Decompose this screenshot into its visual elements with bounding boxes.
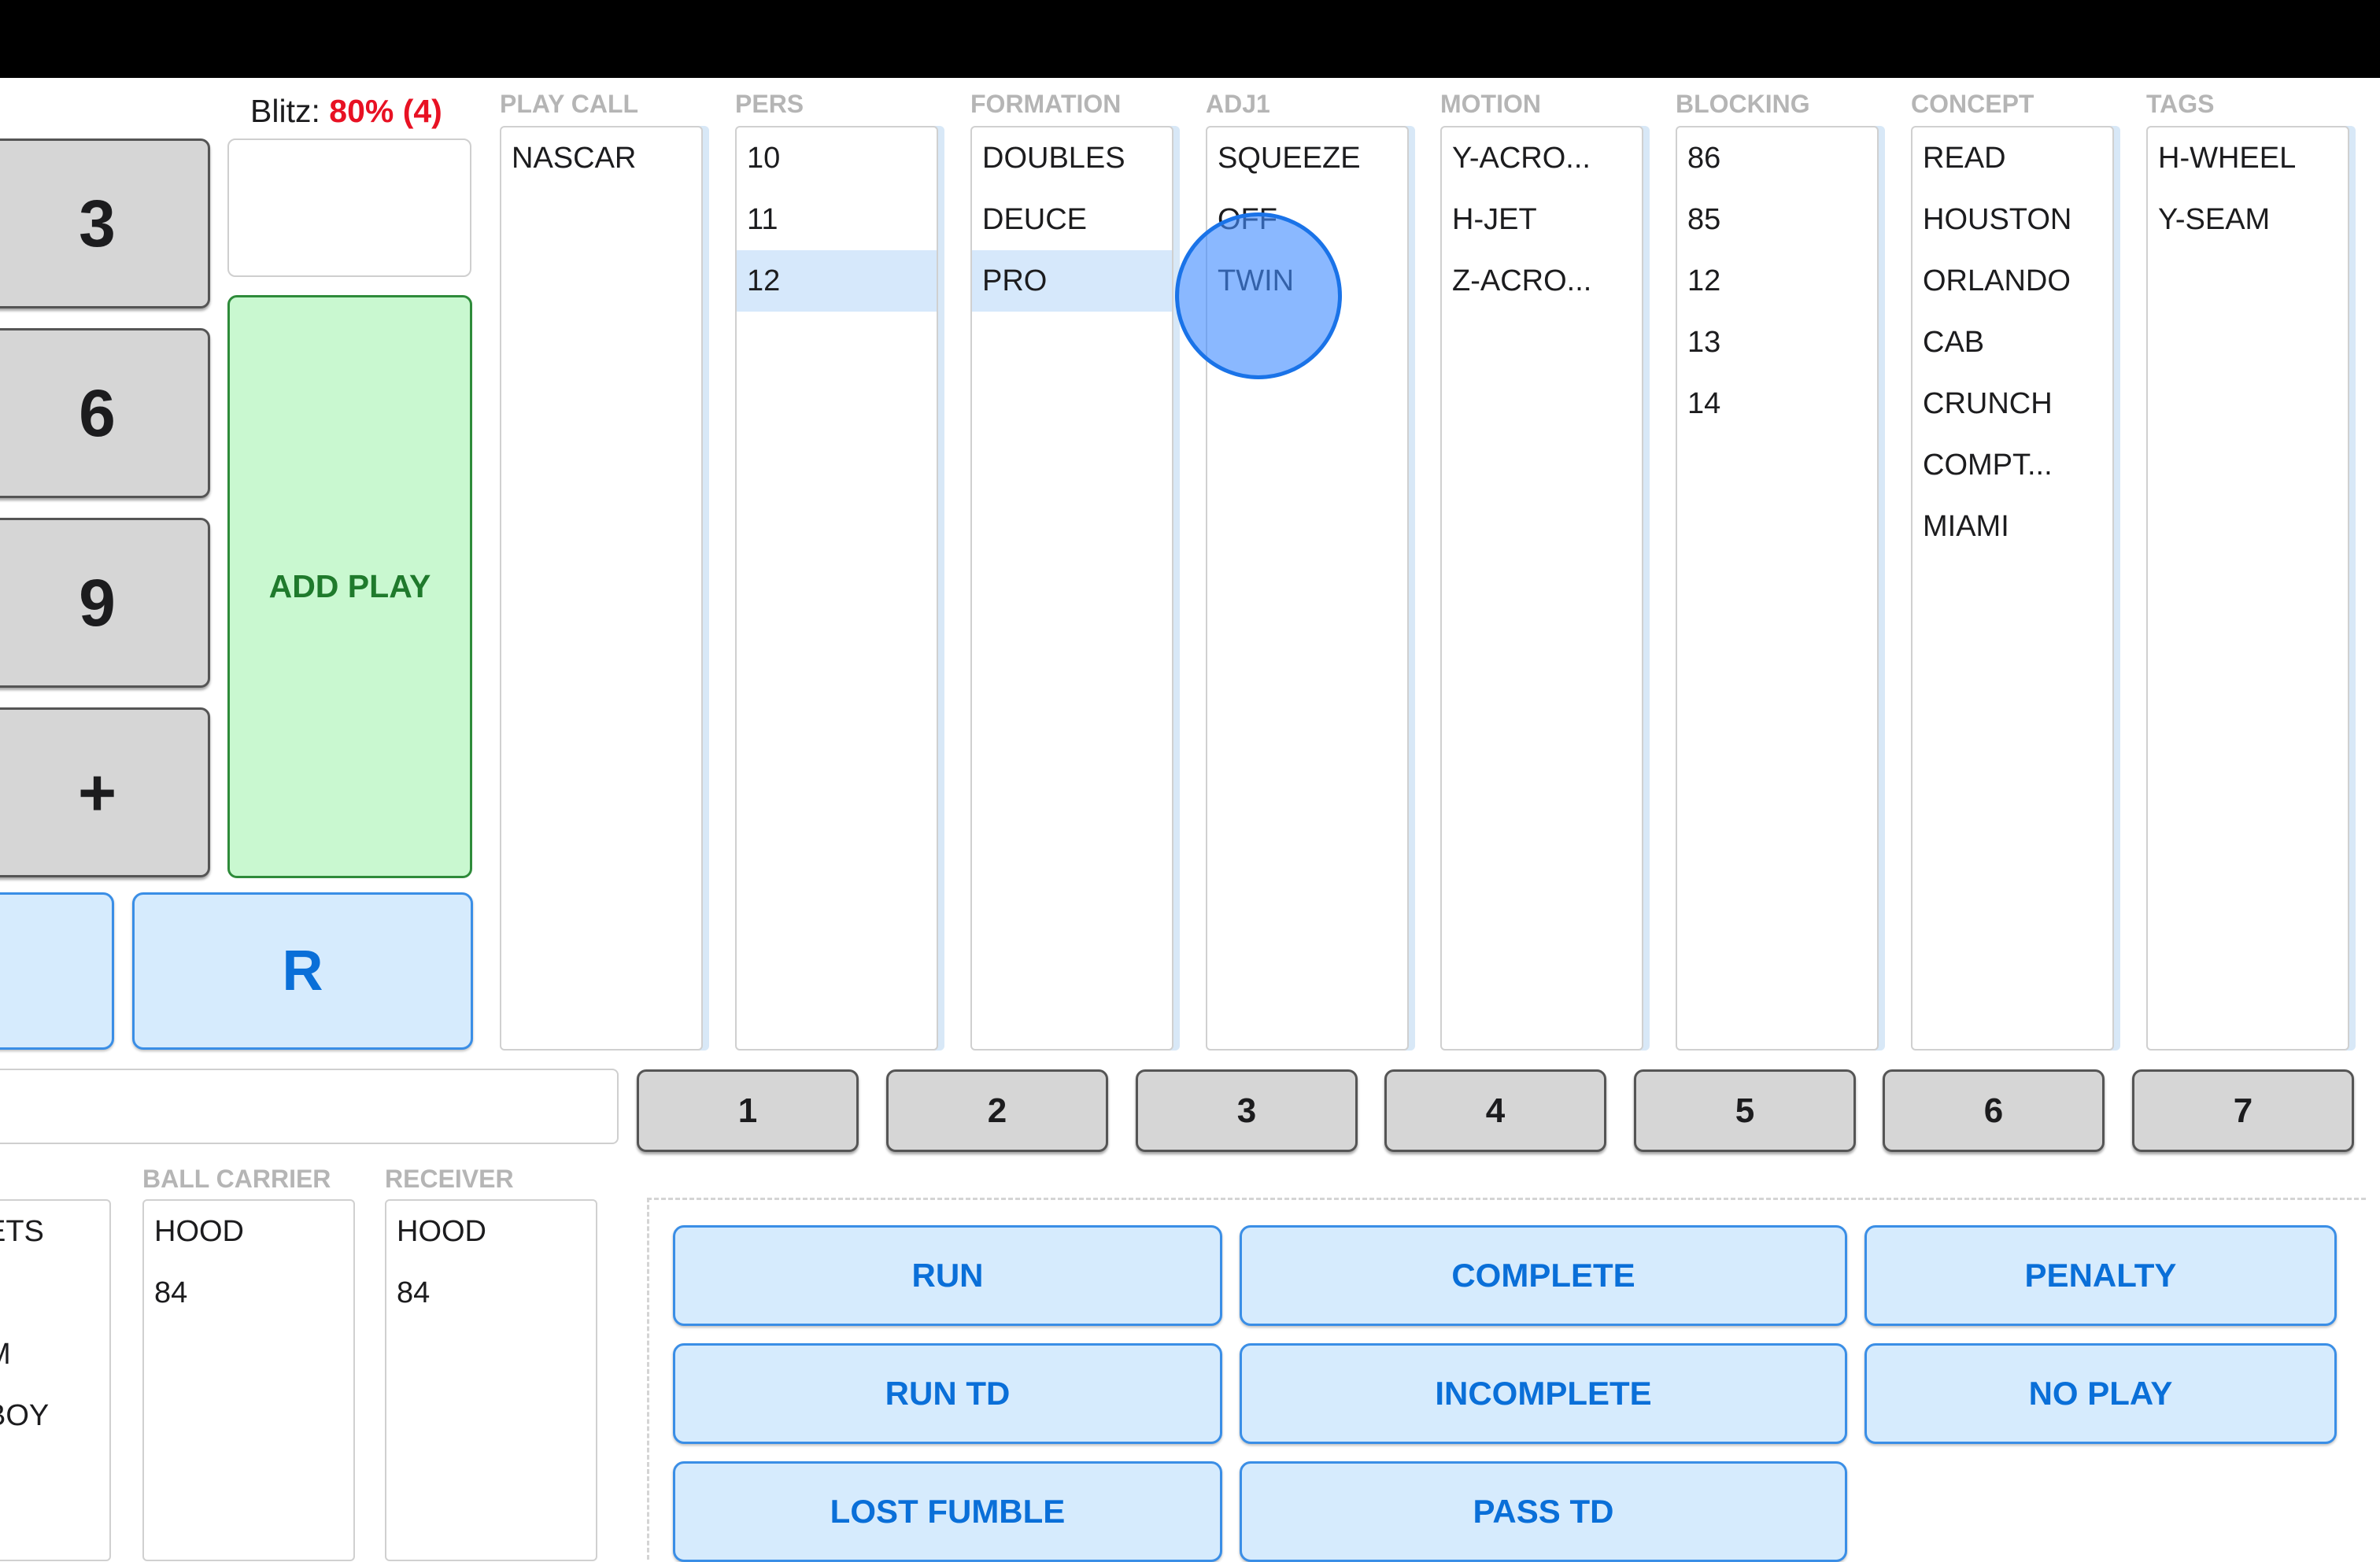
number-button-5[interactable]: 5 <box>1634 1069 1856 1152</box>
list-item[interactable]: SQUEEZE <box>1207 127 1407 189</box>
no-play-button[interactable]: NO PLAY <box>1864 1343 2337 1444</box>
list-item[interactable]: M <box>0 1324 109 1385</box>
list-item[interactable]: Y-ACRO... <box>1442 127 1642 189</box>
list-item[interactable]: Z-ACRO... <box>1442 250 1642 312</box>
number-button-4[interactable]: 4 <box>1384 1069 1606 1152</box>
list-partial: ETS M BOY <box>0 1199 111 1561</box>
left-blue-button[interactable] <box>0 892 114 1050</box>
column-pers: 10 11 12 <box>735 126 938 1051</box>
list-item[interactable]: DOUBLES <box>972 127 1172 189</box>
list-item[interactable]: 85 <box>1677 189 1877 250</box>
col-label-concept: CONCEPT <box>1911 90 2034 118</box>
ball-carrier-label: BALL CARRIER <box>142 1165 331 1193</box>
list-item[interactable]: BOY <box>0 1385 109 1446</box>
keypad-key-6[interactable]: 6 <box>0 328 210 498</box>
list-item[interactable] <box>0 1262 109 1324</box>
column-formation: DOUBLES DEUCE PRO <box>970 126 1173 1051</box>
list-item[interactable]: H-WHEEL <box>2148 127 2348 189</box>
list-item[interactable]: Y-SEAM <box>2148 189 2348 250</box>
list-item[interactable]: 11 <box>737 189 937 250</box>
list-item[interactable]: ETS <box>0 1201 109 1262</box>
keypad-key-9[interactable]: 9 <box>0 518 210 688</box>
pass-td-button[interactable]: PASS TD <box>1240 1461 1847 1562</box>
receiver-list: HOOD 84 <box>385 1199 597 1561</box>
receiver-label: RECEIVER <box>385 1165 514 1193</box>
blitz-label: Blitz: <box>250 93 320 129</box>
list-item[interactable]: HOUSTON <box>1913 189 2112 250</box>
list-item[interactable]: 84 <box>144 1262 353 1324</box>
col-label-formation: FORMATION <box>970 90 1122 118</box>
list-item[interactable]: MIAMI <box>1913 496 2112 557</box>
list-item[interactable]: CRUNCH <box>1913 373 2112 434</box>
list-item[interactable]: HOOD <box>386 1201 596 1262</box>
list-item[interactable]: 13 <box>1677 312 1877 373</box>
run-button[interactable]: RUN <box>673 1225 1222 1326</box>
keypad-key-plus[interactable]: + <box>0 707 210 877</box>
lost-fumble-button[interactable]: LOST FUMBLE <box>673 1461 1222 1562</box>
col-label-play-call: PLAY CALL <box>500 90 639 118</box>
column-concept: READ HOUSTON ORLANDO CAB CRUNCH COMPT...… <box>1911 126 2114 1051</box>
col-label-pers: PERS <box>735 90 804 118</box>
list-item[interactable]: 86 <box>1677 127 1877 189</box>
list-item-selected[interactable]: 12 <box>737 250 937 312</box>
run-td-button[interactable]: RUN TD <box>673 1343 1222 1444</box>
col-label-motion: MOTION <box>1440 90 1541 118</box>
keypad-key-3[interactable]: 3 <box>0 138 210 308</box>
column-blocking: 86 85 12 13 14 <box>1676 126 1879 1051</box>
column-play-call: NASCAR <box>500 126 703 1051</box>
list-item[interactable]: NASCAR <box>501 127 701 189</box>
list-item[interactable]: READ <box>1913 127 2112 189</box>
number-button-1[interactable]: 1 <box>637 1069 859 1152</box>
list-item[interactable]: CAB <box>1913 312 2112 373</box>
blitz-indicator: Blitz: 80% (4) <box>250 93 442 130</box>
list-item[interactable]: H-JET <box>1442 189 1642 250</box>
column-motion: Y-ACRO... H-JET Z-ACRO... <box>1440 126 1643 1051</box>
col-label-blocking: BLOCKING <box>1676 90 1810 118</box>
incomplete-button[interactable]: INCOMPLETE <box>1240 1343 1847 1444</box>
list-item[interactable]: ORLANDO <box>1913 250 2112 312</box>
list-item[interactable]: DEUCE <box>972 189 1172 250</box>
penalty-button[interactable]: PENALTY <box>1864 1225 2337 1326</box>
add-play-button[interactable]: ADD PLAY <box>227 295 472 878</box>
list-item-selected[interactable]: PRO <box>972 250 1172 312</box>
list-item[interactable]: 10 <box>737 127 937 189</box>
list-item[interactable]: 12 <box>1677 250 1877 312</box>
touch-indicator <box>1175 212 1342 379</box>
blitz-value: 80% (4) <box>329 93 442 129</box>
list-item[interactable]: COMPT... <box>1913 434 2112 496</box>
status-bar <box>0 0 2380 78</box>
ball-carrier-list: HOOD 84 <box>142 1199 355 1561</box>
column-tags: H-WHEEL Y-SEAM <box>2146 126 2349 1051</box>
col-label-adj1: ADJ1 <box>1206 90 1270 118</box>
list-item[interactable]: 14 <box>1677 373 1877 434</box>
number-button-6[interactable]: 6 <box>1883 1069 2105 1152</box>
col-label-tags: TAGS <box>2146 90 2215 118</box>
number-button-3[interactable]: 3 <box>1136 1069 1358 1152</box>
list-item[interactable]: 84 <box>386 1262 596 1324</box>
number-button-2[interactable]: 2 <box>886 1069 1108 1152</box>
list-item[interactable]: HOOD <box>144 1201 353 1262</box>
complete-button[interactable]: COMPLETE <box>1240 1225 1847 1326</box>
r-button[interactable]: R <box>132 892 473 1050</box>
play-preview-box <box>227 138 471 277</box>
play-text-input[interactable] <box>0 1069 619 1144</box>
number-button-7[interactable]: 7 <box>2132 1069 2354 1152</box>
